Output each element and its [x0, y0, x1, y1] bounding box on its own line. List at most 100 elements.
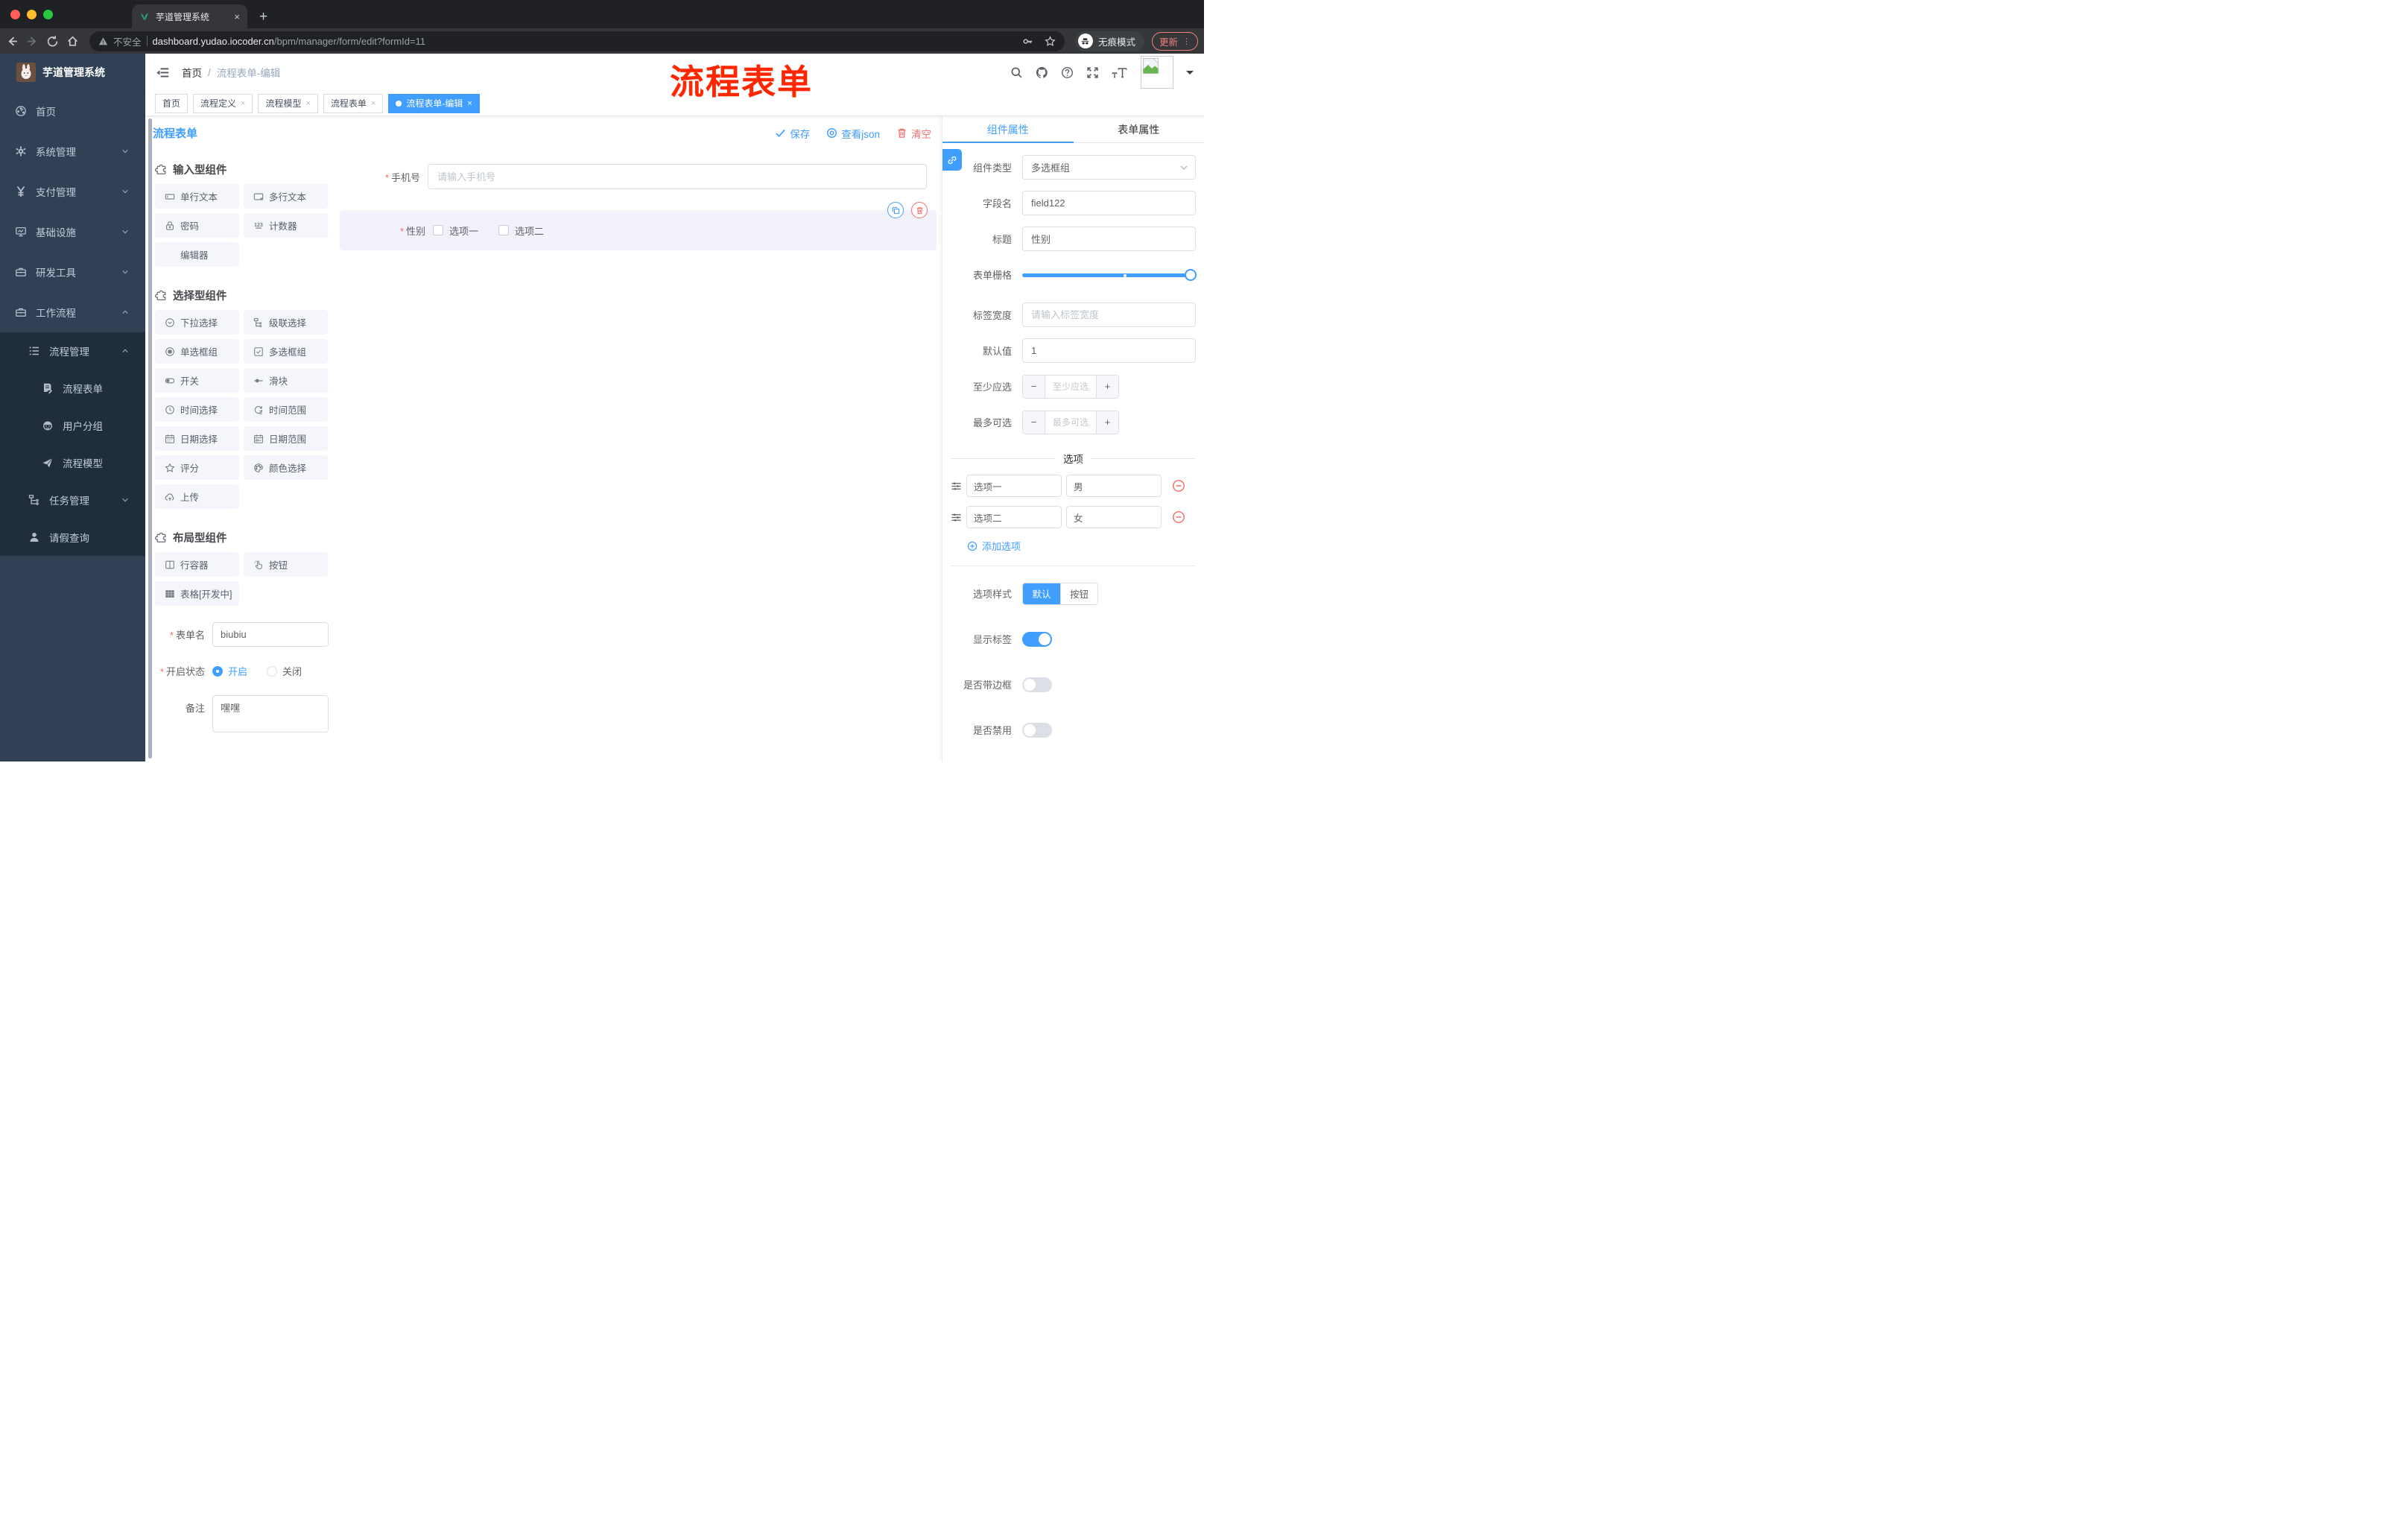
sidebar-item-process-model[interactable]: 流程模型: [0, 444, 145, 481]
link-tag-button[interactable]: [942, 149, 962, 171]
drag-handle-icon[interactable]: [951, 481, 962, 492]
option-name-input[interactable]: [966, 506, 1062, 528]
option-name-input[interactable]: [966, 475, 1062, 497]
option-style-button-button[interactable]: 按钮: [1060, 583, 1097, 604]
sidebar-item-workflow[interactable]: 工作流程: [0, 292, 145, 332]
tag-close-icon[interactable]: ×: [371, 99, 376, 108]
stepper-plus-button[interactable]: +: [1096, 411, 1118, 434]
add-option-button[interactable]: 添加选项: [967, 539, 1196, 553]
status-off-radio[interactable]: 关闭: [267, 664, 302, 678]
tag-process-form-edit[interactable]: 流程表单-编辑 ×: [388, 93, 480, 113]
search-icon[interactable]: [1010, 66, 1023, 79]
tag-process-definition[interactable]: 流程定义 ×: [193, 93, 253, 113]
fullscreen-icon[interactable]: [1086, 66, 1099, 79]
status-on-radio[interactable]: 开启: [212, 664, 247, 678]
browser-menu-icon[interactable]: ⋮: [1182, 37, 1191, 46]
palette-item-date-picker[interactable]: 日期选择: [155, 426, 239, 451]
palette-item-cascader[interactable]: 级联选择: [244, 310, 328, 335]
sidebar-item-leave-query[interactable]: 请假查询: [0, 519, 145, 556]
sidebar-item-system[interactable]: 系统管理: [0, 131, 145, 171]
new-tab-button[interactable]: +: [259, 10, 267, 24]
window-controls[interactable]: [0, 10, 63, 28]
sidebar-item-infrastructure[interactable]: 基础设施: [0, 212, 145, 252]
sidebar-item-payment[interactable]: 支付管理: [0, 171, 145, 212]
remove-option-icon[interactable]: [1172, 510, 1185, 524]
clear-button[interactable]: 清空: [896, 126, 931, 141]
tag-close-icon[interactable]: ×: [467, 99, 472, 108]
option-value-input[interactable]: [1066, 506, 1162, 528]
palette-item-time-picker[interactable]: 时间选择: [155, 397, 239, 422]
field-name-input[interactable]: [1022, 191, 1196, 215]
palette-item-multi-line-text[interactable]: 多行文本: [244, 184, 328, 209]
stepper-plus-button[interactable]: +: [1096, 375, 1118, 398]
view-json-button[interactable]: 查看json: [826, 126, 880, 141]
font-size-icon[interactable]: [1112, 66, 1128, 79]
tag-process-model[interactable]: 流程模型 ×: [258, 93, 318, 113]
back-icon[interactable]: [6, 35, 19, 48]
address-bar[interactable]: 不安全 dashboard.yudao.iocoder.cn/bpm/manag…: [89, 31, 1065, 51]
palette-item-date-range[interactable]: 日期范围: [244, 426, 328, 451]
palette-item-password[interactable]: 密码: [155, 213, 239, 238]
copy-component-button[interactable]: [887, 202, 904, 218]
avatar[interactable]: [1141, 56, 1173, 89]
remove-option-icon[interactable]: [1172, 479, 1185, 493]
forward-icon[interactable]: [26, 35, 39, 48]
github-icon[interactable]: [1036, 66, 1048, 79]
palette-item-checkbox-group[interactable]: 多选框组: [244, 339, 328, 364]
security-label[interactable]: 不安全: [113, 34, 142, 48]
browser-tab[interactable]: 芋道管理系统 ×: [132, 4, 247, 28]
default-value-input[interactable]: [1022, 338, 1196, 363]
palette-item-table[interactable]: 表格[开发中]: [155, 581, 239, 606]
component-type-select[interactable]: 多选框组: [1022, 155, 1196, 180]
palette-item-editor[interactable]: 编辑器: [155, 242, 239, 267]
help-icon[interactable]: [1061, 66, 1074, 79]
slider-handle[interactable]: [1185, 268, 1197, 281]
tab-component-props[interactable]: 组件属性: [942, 116, 1074, 142]
palette-item-color-picker[interactable]: 颜色选择: [244, 455, 328, 480]
show-label-toggle[interactable]: [1022, 631, 1052, 647]
palette-item-row-container[interactable]: 行容器: [155, 552, 239, 577]
drag-handle-icon[interactable]: [951, 512, 962, 523]
palette-item-rate[interactable]: 评分: [155, 455, 239, 480]
breadcrumb-home[interactable]: 首页: [182, 65, 202, 80]
disabled-toggle[interactable]: [1022, 722, 1052, 738]
palette-item-select[interactable]: 下拉选择: [155, 310, 239, 335]
gender-field-block-selected[interactable]: * 性别 选项一 选项二: [340, 202, 937, 250]
sidebar-item-home[interactable]: 首页: [0, 91, 145, 131]
tab-form-props[interactable]: 表单属性: [1074, 116, 1205, 142]
home-icon[interactable]: [66, 35, 79, 48]
palette-item-upload[interactable]: 上传: [155, 484, 239, 509]
sidebar-item-process-form[interactable]: 流程表单: [0, 370, 145, 407]
slider-track[interactable]: [1022, 273, 1191, 277]
bordered-toggle[interactable]: [1022, 677, 1052, 692]
option-style-default-button[interactable]: 默认: [1023, 583, 1060, 604]
update-browser-button[interactable]: 更新 ⋮: [1151, 31, 1198, 51]
password-key-icon[interactable]: [1022, 36, 1033, 47]
palette-item-time-range[interactable]: 时间范围: [244, 397, 328, 422]
zoom-window-button[interactable]: [43, 10, 53, 19]
reload-icon[interactable]: [46, 35, 59, 48]
palette-item-switch[interactable]: 开关: [155, 368, 239, 393]
palette-item-slider[interactable]: 滑块: [244, 368, 328, 393]
avatar-dropdown-caret-icon[interactable]: [1186, 71, 1194, 78]
stepper-minus-button[interactable]: −: [1023, 375, 1045, 398]
sidebar-item-user-group[interactable]: 用户分组: [0, 407, 145, 444]
sidebar-item-process-mgmt[interactable]: 流程管理: [0, 332, 145, 370]
gender-option-2[interactable]: 选项二: [498, 224, 544, 238]
label-width-input[interactable]: [1022, 303, 1196, 327]
palette-item-single-line-text[interactable]: 单行文本: [155, 184, 239, 209]
form-canvas[interactable]: *手机号 *性别 选项一: [335, 150, 942, 762]
option-value-input[interactable]: [1066, 475, 1162, 497]
form-grid-slider[interactable]: [1022, 268, 1197, 281]
phone-field-row[interactable]: * 手机号: [335, 164, 942, 189]
sidebar-item-task-mgmt[interactable]: 任务管理: [0, 481, 145, 519]
min-select-input[interactable]: [1045, 375, 1096, 398]
hamburger-fold-icon[interactable]: [156, 66, 170, 80]
phone-input[interactable]: [428, 164, 927, 189]
form-remark-textarea[interactable]: 嘿嘿: [212, 695, 329, 732]
bookmark-star-icon[interactable]: [1045, 35, 1056, 47]
title-input[interactable]: [1022, 227, 1196, 251]
palette-item-radio-group[interactable]: 单选框组: [155, 339, 239, 364]
stepper-minus-button[interactable]: −: [1023, 411, 1045, 434]
delete-component-button[interactable]: [911, 202, 928, 218]
